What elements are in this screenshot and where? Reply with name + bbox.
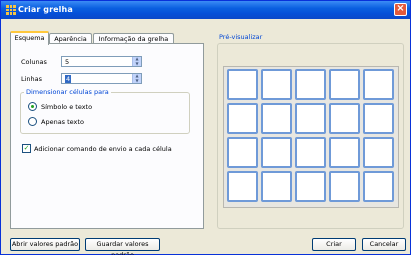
cell-size-group <box>20 92 190 134</box>
title-bar[interactable]: Criar grelha × <box>1 1 410 19</box>
preview-cell <box>295 137 326 168</box>
spin-arrows-icon[interactable]: ▲ ▼ <box>132 73 141 83</box>
preview-cell <box>295 103 326 134</box>
preview-cell <box>329 171 360 202</box>
rows-value: 4 <box>65 75 72 83</box>
cancel-button[interactable]: Cancelar <box>362 238 406 251</box>
tab-esquema[interactable]: Esquema <box>10 31 49 45</box>
columns-value: 5 <box>65 58 70 66</box>
preview-cell <box>295 171 326 202</box>
close-icon[interactable]: × <box>394 3 407 16</box>
send-command-label[interactable]: Adicionar comando de envio a cada célula <box>34 145 172 153</box>
preview-cell <box>227 69 258 100</box>
radio-symbol-text[interactable] <box>28 102 37 111</box>
rows-stepper[interactable]: 4 ▲ ▼ <box>61 73 142 84</box>
columns-stepper[interactable]: 5 ▲ ▼ <box>61 56 142 67</box>
tab-panel: Colunas 5 ▲ ▼ Linhas 4 ▲ ▼ <box>10 43 204 229</box>
preview-title: Pré-visualizar <box>219 33 263 41</box>
preview-cell <box>227 137 258 168</box>
preview-cell <box>261 69 292 100</box>
create-button[interactable]: Criar <box>312 238 356 251</box>
preview-cell <box>329 69 360 100</box>
send-command-checkbox[interactable]: ✓ <box>22 144 31 153</box>
save-defaults-button[interactable]: Guardar valores padrão <box>85 238 160 255</box>
preview-cell <box>227 103 258 134</box>
preview-cell <box>329 137 360 168</box>
preview-cell <box>363 137 394 168</box>
preview-cell <box>329 103 360 134</box>
dialog-window: Criar grelha × Esquema Aparência Informa… <box>0 0 411 255</box>
preview-cell <box>227 171 258 202</box>
cell-size-group-title: Dimensionar células para <box>24 88 111 96</box>
columns-label: Colunas <box>21 58 47 66</box>
preview-cell <box>261 137 292 168</box>
radio-symbol-text-label[interactable]: Símbolo e texto <box>41 103 92 111</box>
preview-cell <box>261 103 292 134</box>
open-defaults-button[interactable]: Abrir valores padrão <box>10 238 80 251</box>
preview-cell <box>261 171 292 202</box>
window-title: Criar grelha <box>18 5 73 14</box>
preview-cell <box>363 103 394 134</box>
preview-cell <box>363 69 394 100</box>
radio-text-only-label[interactable]: Apenas texto <box>41 118 84 126</box>
rows-label: Linhas <box>21 75 43 83</box>
preview-grid <box>223 66 399 208</box>
grid-icon <box>6 5 16 15</box>
preview-cell <box>363 171 394 202</box>
preview-cell <box>295 69 326 100</box>
spin-arrows-icon[interactable]: ▲ ▼ <box>132 56 141 66</box>
radio-text-only[interactable] <box>28 117 37 126</box>
